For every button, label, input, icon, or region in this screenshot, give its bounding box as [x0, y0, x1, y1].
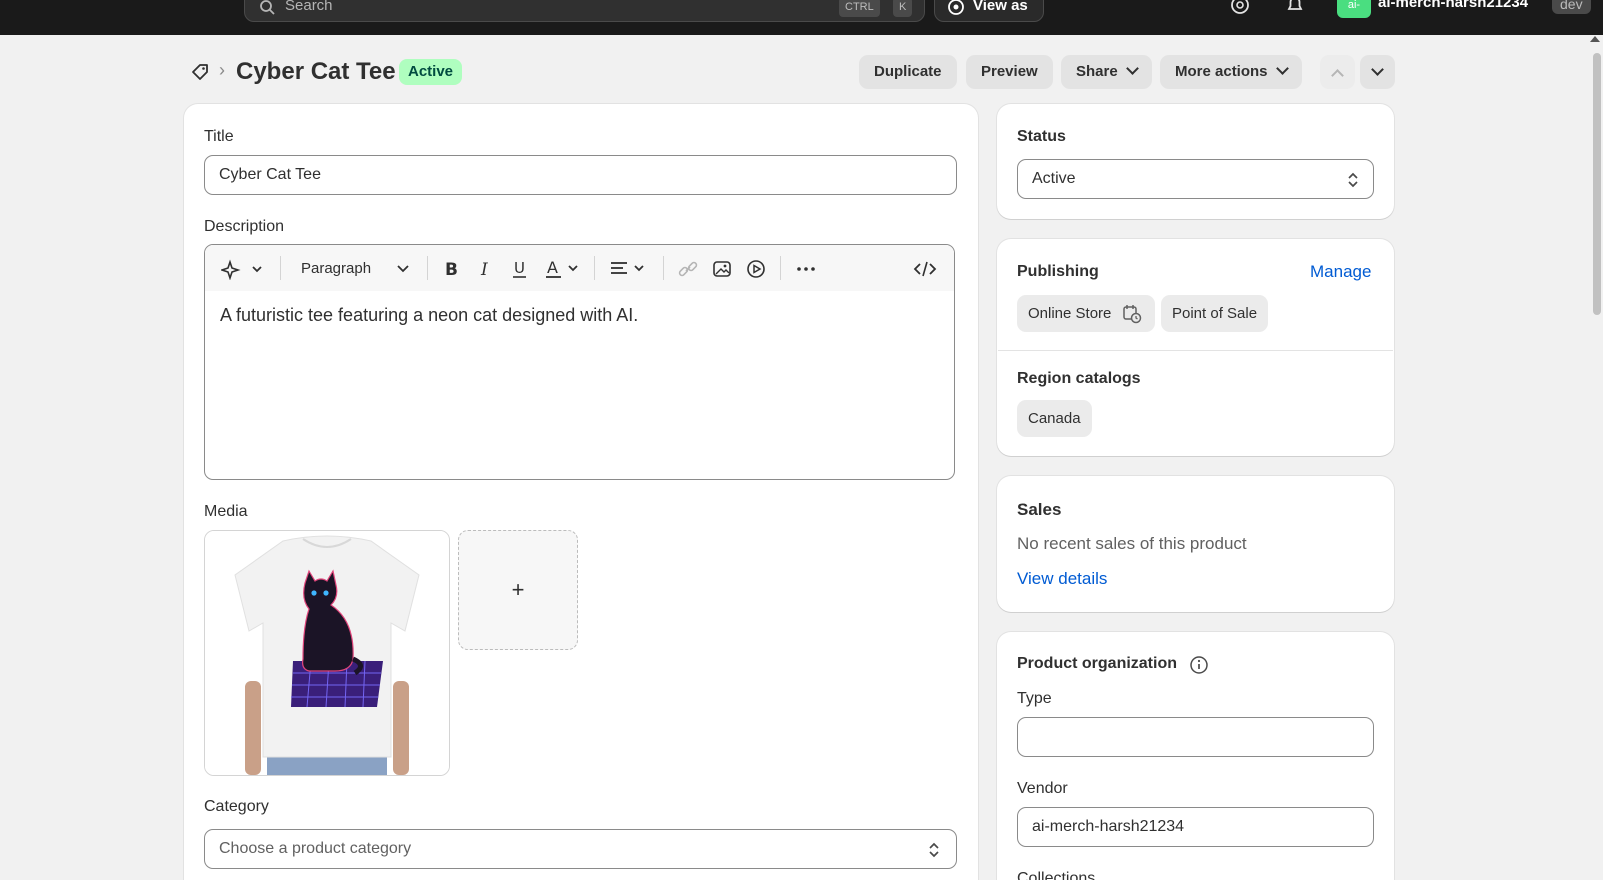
- bold-icon[interactable]: B: [440, 258, 462, 280]
- code-icon[interactable]: [913, 258, 937, 280]
- video-icon[interactable]: [745, 258, 767, 280]
- media-thumbnail[interactable]: [204, 530, 450, 776]
- calendar-clock-icon: [1123, 305, 1142, 324]
- view-details-link[interactable]: View details: [1017, 569, 1107, 589]
- duplicate-button[interactable]: Duplicate: [859, 55, 957, 89]
- select-arrows-icon: [929, 842, 939, 858]
- region-chip-canada[interactable]: Canada: [1017, 400, 1092, 437]
- previous-product-button[interactable]: [1320, 55, 1355, 89]
- next-product-button[interactable]: [1360, 55, 1395, 89]
- select-arrows-icon: [1348, 172, 1358, 188]
- chevron-down-icon: [1125, 62, 1139, 75]
- page-title: Cyber Cat Tee: [236, 58, 396, 85]
- category-select[interactable]: Choose a product category: [204, 829, 957, 869]
- view-as-button[interactable]: View as: [934, 0, 1044, 22]
- paragraph-select[interactable]: Paragraph: [301, 258, 416, 280]
- sales-heading: Sales: [1017, 500, 1062, 519]
- region-catalogs-heading: Region catalogs: [1017, 370, 1141, 387]
- tag-icon[interactable]: [190, 62, 210, 82]
- collections-label: Collections: [1017, 870, 1096, 880]
- divider: [998, 350, 1393, 351]
- share-label: Share: [1076, 63, 1118, 80]
- text-color-icon[interactable]: A: [545, 258, 583, 280]
- channel-label: Online Store: [1028, 305, 1112, 322]
- chevron-down-icon: [397, 265, 409, 273]
- eye-icon: [948, 0, 964, 15]
- share-button[interactable]: Share: [1061, 55, 1152, 89]
- ai-sparkle-icon[interactable]: [221, 258, 267, 280]
- type-input[interactable]: [1017, 717, 1374, 757]
- chevron-down-icon: [1371, 63, 1384, 76]
- add-media-button[interactable]: +: [458, 530, 578, 650]
- image-icon[interactable]: [711, 258, 733, 280]
- svg-text:U: U: [514, 259, 525, 277]
- store-badge: dev: [1552, 0, 1591, 14]
- svg-text:I: I: [480, 260, 488, 280]
- preview-button[interactable]: Preview: [966, 55, 1053, 89]
- top-bar: Search CTRL K View as ai- ai-merch-harsh…: [0, 0, 1603, 35]
- organization-heading: Product organization: [1017, 655, 1177, 672]
- title-input[interactable]: Cyber Cat Tee: [204, 155, 957, 195]
- more-actions-label: More actions: [1175, 63, 1268, 80]
- scroll-up-arrow[interactable]: [1590, 36, 1600, 42]
- kbd-k: K: [893, 0, 913, 17]
- description-label: Description: [204, 218, 285, 235]
- sales-empty-text: No recent sales of this product: [1017, 534, 1247, 553]
- paragraph-label: Paragraph: [301, 260, 372, 277]
- channel-chip-point-of-sale[interactable]: Point of Sale: [1161, 295, 1269, 332]
- description-text[interactable]: A futuristic tee featuring a neon cat de…: [220, 305, 638, 326]
- avatar[interactable]: ai-: [1337, 0, 1371, 18]
- info-icon[interactable]: [1189, 655, 1209, 675]
- channel-chip-online-store[interactable]: Online Store: [1017, 295, 1155, 332]
- media-label: Media: [204, 503, 248, 520]
- scrollbar-thumb[interactable]: [1593, 53, 1601, 315]
- svg-text:A: A: [547, 258, 558, 277]
- publishing-heading: Publishing: [1017, 263, 1099, 280]
- link-icon[interactable]: [677, 258, 699, 280]
- manage-link[interactable]: Manage: [1310, 262, 1371, 282]
- more-icon[interactable]: [795, 258, 817, 280]
- chevron-up-icon: [1331, 69, 1344, 82]
- description-editor[interactable]: Paragraph B I U A A futuristic tee featu…: [204, 244, 955, 480]
- bell-icon[interactable]: [1284, 0, 1306, 16]
- toolbar-divider: [594, 256, 595, 280]
- view-as-label: View as: [973, 0, 1028, 14]
- more-actions-button[interactable]: More actions: [1160, 55, 1302, 89]
- toolbar-divider: [663, 256, 664, 280]
- toolbar-divider: [780, 256, 781, 280]
- toolbar-divider: [280, 256, 281, 280]
- chevron-down-icon: [1275, 62, 1289, 75]
- vendor-label: Vendor: [1017, 780, 1068, 797]
- svg-text:B: B: [445, 260, 458, 280]
- underline-icon[interactable]: U: [509, 258, 531, 280]
- align-icon[interactable]: [609, 258, 649, 280]
- search-input[interactable]: Search CTRL K: [244, 0, 925, 22]
- search-icon: [260, 0, 275, 15]
- type-label: Type: [1017, 690, 1052, 707]
- status-select[interactable]: Active: [1017, 159, 1374, 199]
- italic-icon[interactable]: I: [475, 258, 497, 280]
- store-name[interactable]: ai-merch-harsh21234: [1378, 0, 1528, 11]
- toolbar-divider: [427, 256, 428, 280]
- kbd-ctrl: CTRL: [839, 0, 880, 17]
- breadcrumb-separator: ›: [219, 60, 225, 80]
- product-tshirt-image: [205, 531, 449, 775]
- category-placeholder: Choose a product category: [219, 840, 412, 857]
- title-label: Title: [204, 128, 234, 145]
- status-value: Active: [1032, 170, 1076, 187]
- status-heading: Status: [1017, 128, 1066, 145]
- status-badge: Active: [399, 59, 463, 85]
- search-placeholder: Search: [285, 0, 333, 14]
- vendor-input[interactable]: ai-merch-harsh21234: [1017, 807, 1374, 847]
- support-icon[interactable]: [1229, 0, 1251, 16]
- category-label: Category: [204, 798, 269, 815]
- editor-toolbar: Paragraph B I U A: [205, 245, 954, 291]
